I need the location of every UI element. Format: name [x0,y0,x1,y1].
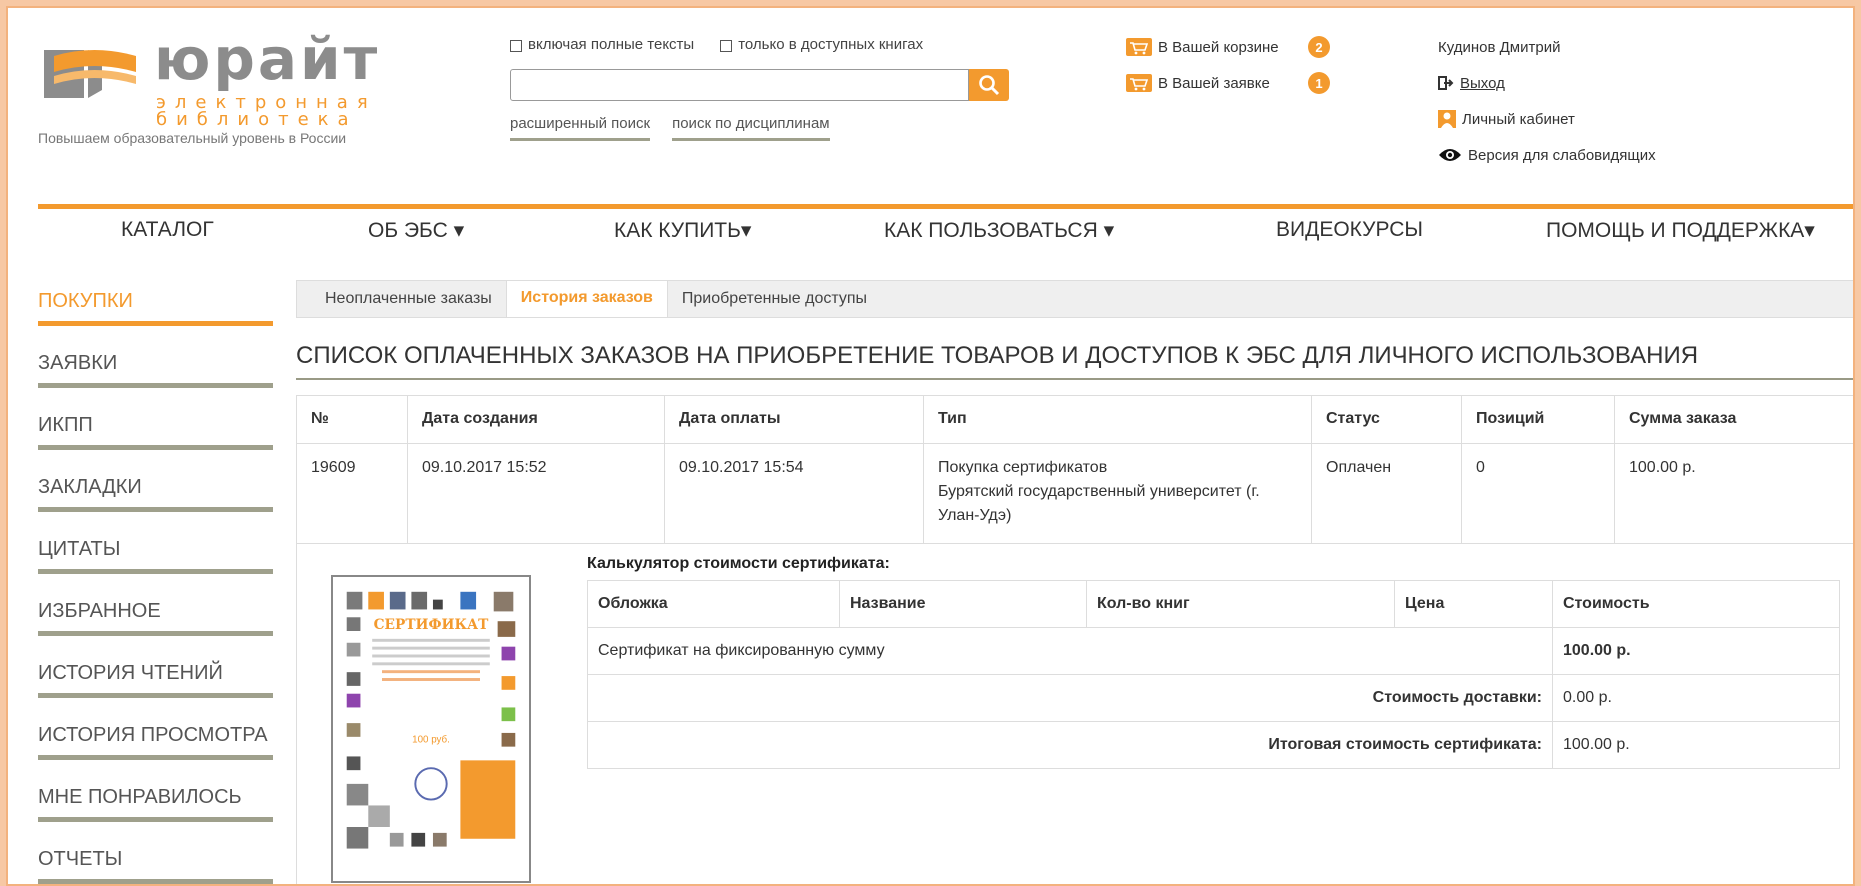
cart-icon [1126,38,1152,56]
certificate-heading: СЕРТИФИКАТ [374,617,489,633]
column-header: № [296,395,408,444]
column-header: Название [839,580,1087,628]
search-button[interactable] [969,69,1009,101]
sidebar-item-purchases[interactable]: ПОКУПКИ [38,288,273,326]
total-value: 100.00 р. [1552,721,1840,769]
order-type: Покупка сертификатов Бурятский государст… [923,443,1312,544]
page-title: СПИСОК ОПЛАЧЕННЫХ ЗАКАЗОВ НА ПРИОБРЕТЕНИ… [296,342,1853,380]
page-frame: юрайт электронная библиотека Повышаем об… [6,6,1855,886]
cart-link[interactable]: В Вашей корзине 2 [1126,36,1366,58]
basket-block: В Вашей корзине 2 В Вашей заявке 1 [1126,36,1366,108]
table-row: Сертификат на фиксированную сумму 100.00… [587,627,1840,675]
column-header: Дата оплаты [664,395,924,444]
user-name: Кудинов Дмитрий [1438,38,1561,56]
sidebar-item-favorites[interactable]: ИЗБРАННОЕ [38,598,273,636]
order-tabs: Неоплаченные заказы История заказов Прио… [296,280,1853,318]
search-icon [979,75,1000,96]
user-block: Кудинов Дмитрий Выход Личный кабинет Вер… [1438,36,1656,180]
eye-icon [1438,147,1462,163]
discipline-search-link[interactable]: поиск по дисциплинам [672,115,830,141]
nav-catalog[interactable]: КАТАЛОГ [121,218,214,242]
advanced-search-link[interactable]: расширенный поиск [510,115,651,141]
search-block: включая полные тексты только в доступных… [510,36,1030,141]
request-count-badge: 1 [1308,72,1330,94]
logout-link[interactable]: Выход [1460,75,1505,92]
table-header-row: № Дата создания Дата оплаты Тип Статус П… [296,395,1853,444]
tagline: Повышаем образовательный уровень в Росси… [38,130,347,146]
orders-table: № Дата создания Дата оплаты Тип Статус П… [296,395,1853,544]
calculator-item-name: Сертификат на фиксированную сумму [587,627,1553,675]
sidebar-item-ikpp[interactable]: ИКПП [38,412,273,450]
nav-divider [38,204,1853,209]
certificate-thumbnail: СЕРТИФИКАТ 100 руб. [331,575,531,883]
order-detail: СЕРТИФИКАТ 100 руб. Калькулятор стоимост… [296,543,1853,884]
table-row: 19609 09.10.2017 15:52 09.10.2017 15:54 … [296,443,1853,544]
column-header: Кол-во книг [1086,580,1395,628]
low-vision-link[interactable]: Версия для слабовидящих [1438,144,1656,166]
logo-wordmark: юрайт [154,25,381,93]
nav-about[interactable]: ОБ ЭБС ▾ [368,218,464,243]
nav-video[interactable]: ВИДЕОКУРСЫ [1276,218,1423,242]
order-paid: 09.10.2017 15:54 [664,443,924,544]
sidebar-item-liked[interactable]: МНЕ ПОНРАВИЛОСЬ [38,784,273,822]
logo[interactable]: юрайт электронная библиотека [38,30,418,144]
order-positions: 0 [1461,443,1615,544]
tab-acquired-access[interactable]: Приобретенные доступы [668,290,881,317]
order-sum: 100.00 р. [1614,443,1853,544]
nav-how-buy[interactable]: КАК КУПИТЬ▾ [614,218,751,243]
calculator-title: Калькулятор стоимости сертификата: [587,555,890,572]
order-number: 19609 [296,443,408,544]
delivery-label: Стоимость доставки: [587,674,1553,722]
sidebar-item-requests[interactable]: ЗАЯВКИ [38,350,273,388]
tab-unpaid-orders[interactable]: Неоплаченные заказы [311,290,506,317]
nav-how-use[interactable]: КАК ПОЛЬЗОВАТЬСЯ ▾ [884,218,1114,243]
table-row: Итоговая стоимость сертификата: 100.00 р… [587,721,1840,769]
sidebar: ПОКУПКИ ЗАЯВКИ ИКПП ЗАКЛАДКИ ЦИТАТЫ ИЗБР… [38,288,273,884]
sidebar-item-view-history[interactable]: ИСТОРИЯ ПРОСМОТРА [38,722,273,760]
search-input[interactable] [510,69,969,101]
column-header: Стоимость [1552,580,1840,628]
logo-book-icon [44,50,136,98]
cabinet-link[interactable]: Личный кабинет [1438,108,1656,130]
calculator-item-cost: 100.00 р. [1552,627,1840,675]
tab-order-history[interactable]: История заказов [505,280,668,317]
column-header: Позиций [1461,395,1615,444]
order-status: Оплачен [1311,443,1462,544]
column-header: Обложка [587,580,840,628]
main-nav: КАТАЛОГ ОБ ЭБС ▾ КАК КУПИТЬ▾ КАК ПОЛЬЗОВ… [38,214,1853,250]
column-header: Тип [923,395,1312,444]
available-books-checkbox[interactable]: только в доступных книгах [720,36,923,53]
calculator-table: Обложка Название Кол-во книг Цена Стоимо… [587,580,1840,769]
logout-icon [1438,75,1454,91]
table-header-row: Обложка Название Кол-во книг Цена Стоимо… [587,580,1840,628]
request-link[interactable]: В Вашей заявке 1 [1126,72,1366,94]
total-label: Итоговая стоимость сертификата: [587,721,1553,769]
cart-count-badge: 2 [1308,36,1330,58]
checkbox-box[interactable] [510,40,522,52]
logo-subtitle: электронная библиотека [156,92,377,130]
sidebar-item-bookmarks[interactable]: ЗАКЛАДКИ [38,474,273,512]
table-row: Стоимость доставки: 0.00 р. [587,674,1840,722]
certificate-amount: 100 руб. [412,735,450,746]
column-header: Сумма заказа [1614,395,1853,444]
user-icon [1438,110,1456,128]
nav-help[interactable]: ПОМОЩЬ И ПОДДЕРЖКА▾ [1546,218,1815,243]
full-texts-checkbox[interactable]: включая полные тексты [510,36,694,53]
column-header: Цена [1394,580,1553,628]
checkbox-box[interactable] [720,40,733,52]
column-header: Статус [1311,395,1462,444]
cart-icon [1126,74,1152,92]
order-created: 09.10.2017 15:52 [407,443,665,544]
delivery-value: 0.00 р. [1552,674,1840,722]
sidebar-item-reading-history[interactable]: ИСТОРИЯ ЧТЕНИЙ [38,660,273,698]
sidebar-item-quotes[interactable]: ЦИТАТЫ [38,536,273,574]
column-header: Дата создания [407,395,665,444]
sidebar-item-reports[interactable]: ОТЧЕТЫ [38,846,273,884]
